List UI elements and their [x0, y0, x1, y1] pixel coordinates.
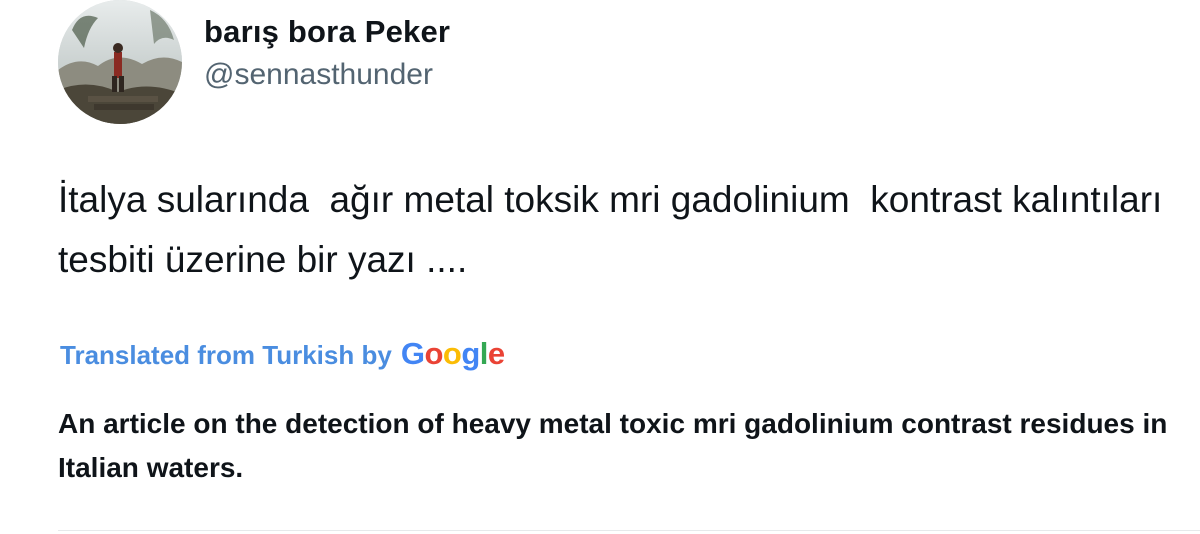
translation-label[interactable]: Translated from Turkish by — [60, 340, 392, 371]
google-logo: Google — [401, 336, 505, 372]
divider — [58, 530, 1200, 531]
author-display-name[interactable]: barış bora Peker — [204, 14, 450, 50]
avatar[interactable] — [58, 0, 182, 124]
author-handle[interactable]: @sennasthunder — [204, 58, 433, 92]
google-logo-letter: o — [442, 336, 462, 371]
google-logo-letter: G — [400, 336, 425, 371]
google-logo-letter: e — [487, 336, 505, 371]
tweet-text: İtalya sularında ağır metal toksik mri g… — [58, 179, 1173, 280]
google-logo-letter: l — [479, 336, 489, 371]
translation-attribution[interactable]: Translated from Turkish by Google — [60, 336, 505, 376]
translated-text: An article on the detection of heavy met… — [58, 408, 1168, 483]
avatar-image — [58, 0, 182, 124]
google-logo-letter: o — [424, 336, 443, 371]
google-logo-letter: g — [461, 336, 480, 371]
tweet-card: barış bora Peker @sennasthunder İtalya s… — [0, 0, 1200, 534]
